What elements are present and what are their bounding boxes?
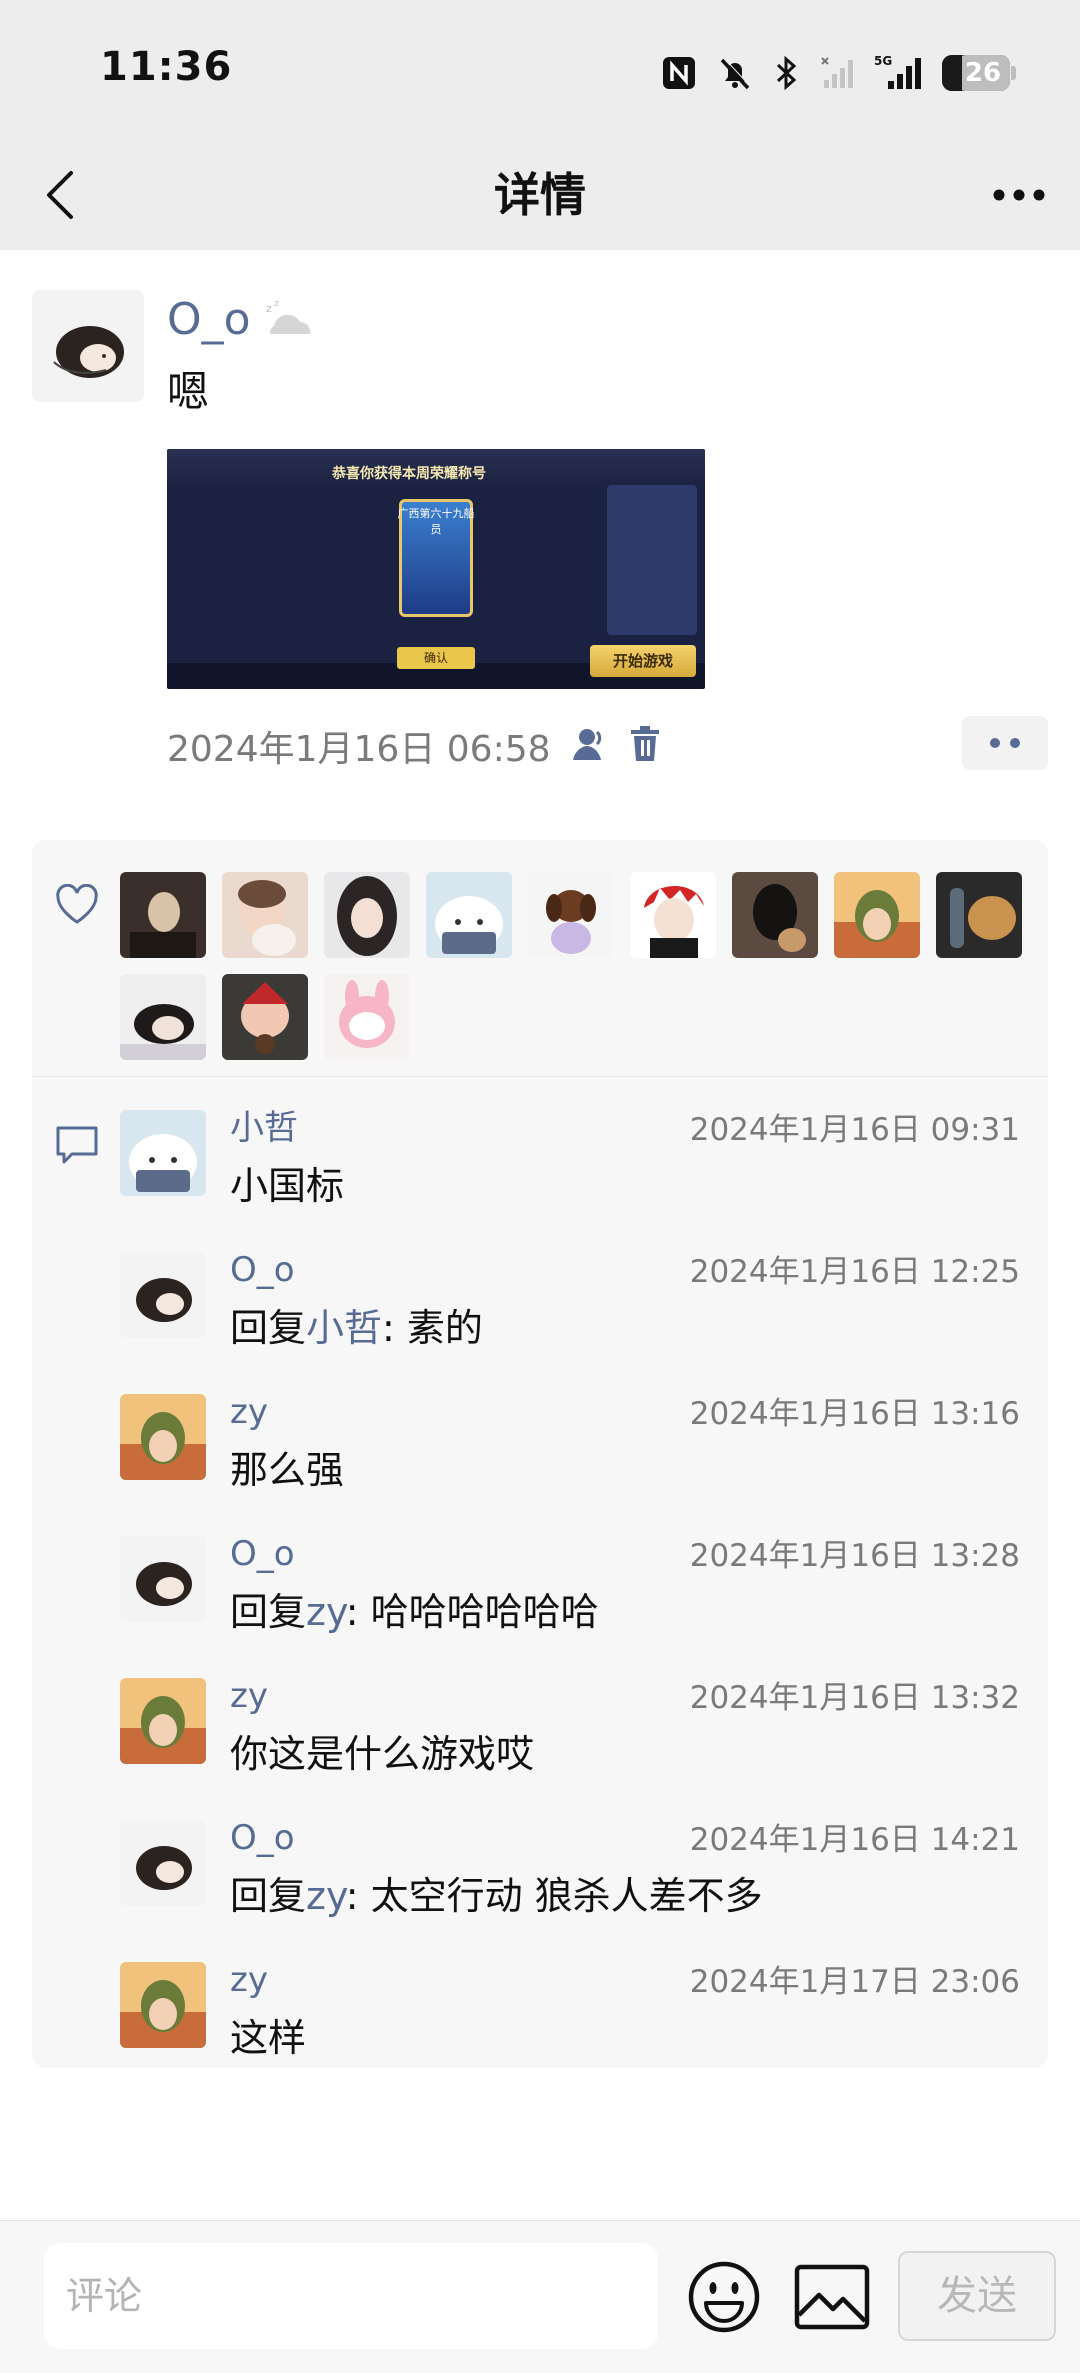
comment-author[interactable]: O_o [230,1814,295,1862]
status-bar: 11:36 5G 26 [0,0,1080,140]
nav-bar: 详情 [0,140,1080,250]
battery-icon: 26 [942,55,1016,91]
like-avatar[interactable] [834,872,920,958]
post-meta: 2024年1月16日 06:58 [167,716,663,776]
comment-text: 回复zy: 哈哈哈哈哈哈 [230,1590,599,1634]
image-start-label: 开始游戏 [590,645,696,677]
image-banner-text: 恭喜你获得本周荣耀称号 [332,466,486,482]
comment-time: 2024年1月16日 13:16 [689,1396,1020,1432]
trash-icon[interactable] [627,724,663,768]
comment-item[interactable]: 小哲 2024年1月16日 09:31 小国标 [120,1090,1020,1220]
post-author-name[interactable]: O_o [167,290,251,350]
post-text: 嗯 [167,367,210,416]
comment-avatar[interactable] [120,1394,206,1480]
comment-text: 你这是什么游戏哎 [230,1732,535,1776]
reply-target[interactable]: 小哲 [306,1306,382,1350]
comment-time: 2024年1月17日 23:06 [689,1964,1020,2000]
comment-item[interactable]: zy 2024年1月16日 13:16 那么强 [120,1374,1020,1504]
comment-avatar[interactable] [120,1110,206,1196]
image-button[interactable] [792,2261,872,2333]
like-avatar[interactable] [426,872,512,958]
like-avatar[interactable] [324,872,410,958]
comment-item[interactable]: O_o 2024年1月16日 12:25 回复小哲: 素的 [120,1232,1020,1362]
post-timestamp: 2024年1月16日 06:58 [167,729,551,770]
reply-target[interactable]: zy [306,1590,346,1634]
emoji-icon [688,2261,760,2333]
comment-bubble-icon [54,1124,100,1170]
comment-text: 那么强 [230,1448,345,1492]
comment-author[interactable]: O_o [230,1530,295,1578]
comment-time: 2024年1月16日 09:31 [689,1112,1020,1148]
bluetooth-icon [772,54,802,92]
like-avatar[interactable] [120,872,206,958]
svg-text:z: z [274,299,279,309]
like-avatar[interactable] [324,974,410,1060]
mute-bell-icon [716,54,754,92]
comment-time: 2024年1月16日 12:25 [689,1254,1020,1290]
nfc-icon [660,54,698,92]
comment-author[interactable]: zy [230,1956,268,2004]
comment-author[interactable]: 小哲 [230,1104,298,1152]
divider [32,1076,1048,1077]
image-icon [794,2264,870,2330]
like-avatar[interactable] [222,872,308,958]
comment-item[interactable]: O_o 2024年1月16日 13:28 回复zy: 哈哈哈哈哈哈 [120,1516,1020,1646]
more-button[interactable] [986,162,1052,228]
post-author-avatar[interactable] [32,290,144,402]
signal-5g-icon: 5G [874,53,924,93]
comment-avatar[interactable] [120,1678,206,1764]
comment-item[interactable]: zy 2024年1月16日 13:32 你这是什么游戏哎 [120,1658,1020,1788]
comment-item[interactable]: O_o 2024年1月16日 14:21 回复zy: 太空行动 狼杀人差不多 [120,1800,1020,1930]
comment-time: 2024年1月16日 13:28 [689,1538,1020,1574]
heart-icon [54,883,100,930]
comment-input[interactable] [44,2243,658,2349]
comment-author[interactable]: zy [230,1388,268,1436]
likes-section [32,840,1048,1076]
like-avatar[interactable] [732,872,818,958]
comment-avatar[interactable] [120,1536,206,1622]
likes-comments-panel: 小哲 2024年1月16日 09:31 小国标 O_o 2024年1月16日 1… [32,840,1048,2068]
svg-text:z: z [266,302,272,315]
comment-text: 这样 [230,2016,307,2060]
comment-author[interactable]: zy [230,1672,268,1720]
person-icon[interactable] [569,724,609,768]
status-icons: 5G 26 [660,48,1016,98]
signal-sim1-icon [820,54,856,92]
like-avatar[interactable] [222,974,308,1060]
comment-item[interactable]: zy 2024年1月17日 23:06 这样 [120,1942,1020,2072]
comment-time: 2024年1月16日 14:21 [689,1822,1020,1858]
reply-target[interactable]: zy [306,1874,346,1918]
comment-input-bar: 发送 [0,2220,1080,2373]
post-image[interactable]: 恭喜你获得本周荣耀称号 广西第六十九船员 确认 开始游戏 [167,449,705,689]
image-confirm-label: 确认 [397,647,475,669]
sleep-status-icon: zz [260,296,316,346]
page-title: 详情 [494,168,586,222]
send-button[interactable]: 发送 [898,2251,1056,2341]
comment-author[interactable]: O_o [230,1246,295,1294]
svg-text:5G: 5G [874,54,892,68]
comment-text: 回复小哲: 素的 [230,1306,483,1350]
comment-avatar[interactable] [120,1962,206,2048]
comment-avatar[interactable] [120,1252,206,1338]
post-action-button[interactable] [962,716,1048,770]
comment-text: 小国标 [230,1164,345,1208]
like-avatar[interactable] [120,974,206,1060]
like-avatar[interactable] [528,872,614,958]
more-dots-icon [993,189,1045,201]
status-time: 11:36 [100,44,233,90]
emoji-button[interactable] [686,2259,762,2335]
comment-time: 2024年1月16日 13:32 [689,1680,1020,1716]
battery-level: 26 [956,55,1010,91]
like-avatar[interactable] [936,872,1022,958]
like-avatar[interactable] [630,872,716,958]
comment-avatar[interactable] [120,1820,206,1906]
image-card-title: 广西第六十九船员 [397,507,475,536]
comment-text: 回复zy: 太空行动 狼杀人差不多 [230,1874,763,1918]
